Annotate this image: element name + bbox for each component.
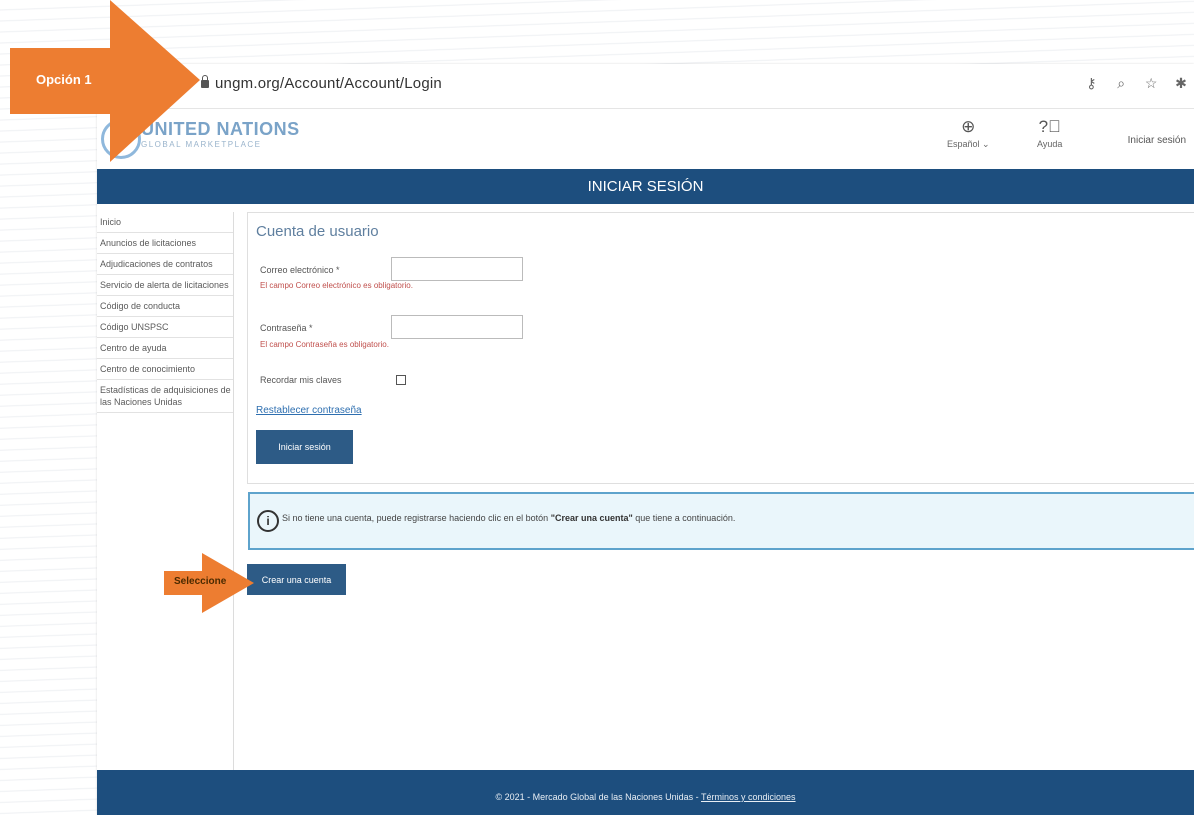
extension-icon[interactable]: ✱	[1168, 75, 1194, 92]
sidebar-item-conocimiento[interactable]: Centro de conocimiento	[97, 359, 233, 380]
footer: © 2021 - Mercado Global de las Naciones …	[97, 770, 1194, 815]
footer-text: © 2021 - Mercado Global de las Naciones …	[495, 792, 702, 802]
help-icon: ?⃝	[1038, 117, 1061, 136]
language-selector[interactable]: ⊕ Español ⌄	[947, 117, 990, 150]
star-icon[interactable]: ☆	[1138, 75, 1164, 92]
password-field[interactable]	[391, 315, 523, 339]
email-field[interactable]	[391, 257, 523, 281]
sidebar-item-anuncios[interactable]: Anuncios de licitaciones	[97, 233, 233, 254]
zoom-icon[interactable]: ⌕	[1108, 75, 1134, 92]
key-icon[interactable]: ⚷	[1078, 75, 1104, 92]
password-error: El campo Contraseña es obligatorio.	[260, 340, 389, 349]
login-button[interactable]: Iniciar sesión	[256, 430, 353, 464]
option-arrow	[10, 0, 200, 162]
login-form: Cuenta de usuario Correo electrónico * E…	[247, 212, 1194, 484]
info-text: Si no tiene una cuenta, puede registrars…	[282, 513, 735, 523]
info-text-before: Si no tiene una cuenta, puede registrars…	[282, 513, 551, 523]
sidebar-item-adjudicaciones[interactable]: Adjudicaciones de contratos	[97, 254, 233, 275]
help-link[interactable]: ?⃝ Ayuda	[1037, 117, 1062, 149]
sidebar-item-codigo-conducta[interactable]: Código de conducta	[97, 296, 233, 317]
address-bar[interactable]: ungm.org/Account/Account/Login ⚷ ⌕ ☆ ✱	[97, 64, 1194, 109]
sidebar-item-unspsc[interactable]: Código UNSPSC	[97, 317, 233, 338]
info-text-bold: "Crear una cuenta"	[550, 513, 633, 523]
remember-checkbox[interactable]	[396, 375, 406, 385]
option-label: Opción 1	[36, 72, 92, 87]
url-text[interactable]: ungm.org/Account/Account/Login	[215, 75, 442, 92]
sidebar-item-estadisticas[interactable]: Estadísticas de adquisiciones de las Nac…	[97, 380, 233, 413]
password-label: Contraseña *	[260, 323, 313, 333]
terms-link[interactable]: Términos y condiciones	[701, 792, 796, 802]
browser-window: ungm.org/Account/Account/Login ⚷ ⌕ ☆ ✱ U…	[97, 64, 1194, 815]
remember-label: Recordar mis claves	[260, 375, 342, 385]
info-alert: i Si no tiene una cuenta, puede registra…	[248, 492, 1194, 550]
reset-password-link[interactable]: Restablecer contraseña	[256, 405, 362, 416]
form-title: Cuenta de usuario	[256, 223, 379, 240]
select-label: Seleccione	[174, 576, 227, 587]
browser-toolbar-icons: ⚷ ⌕ ☆ ✱	[1078, 75, 1194, 92]
help-label: Ayuda	[1037, 139, 1063, 149]
sidebar-nav: Inicio Anuncios de licitaciones Adjudica…	[97, 212, 234, 772]
sidebar-item-ayuda[interactable]: Centro de ayuda	[97, 338, 233, 359]
lock-icon	[201, 75, 209, 88]
email-error: El campo Correo electrónico es obligator…	[260, 281, 413, 290]
language-label: Español	[947, 139, 980, 149]
info-text-after: que tiene a continuación.	[632, 513, 736, 523]
sidebar-item-alertas[interactable]: Servicio de alerta de licitaciones	[97, 275, 233, 296]
page-title: INICIAR SESIÓN	[97, 169, 1194, 204]
info-icon: i	[257, 510, 279, 532]
globe-icon: ⊕	[961, 117, 976, 136]
email-label: Correo electrónico *	[260, 265, 340, 275]
sidebar-item-inicio[interactable]: Inicio	[97, 212, 233, 233]
create-account-button[interactable]: Crear una cuenta	[247, 564, 346, 595]
site-header: UNITED NATIONS GLOBAL MARKETPLACE ⊕ Espa…	[97, 109, 1194, 171]
login-link[interactable]: Iniciar sesión	[1128, 135, 1186, 146]
